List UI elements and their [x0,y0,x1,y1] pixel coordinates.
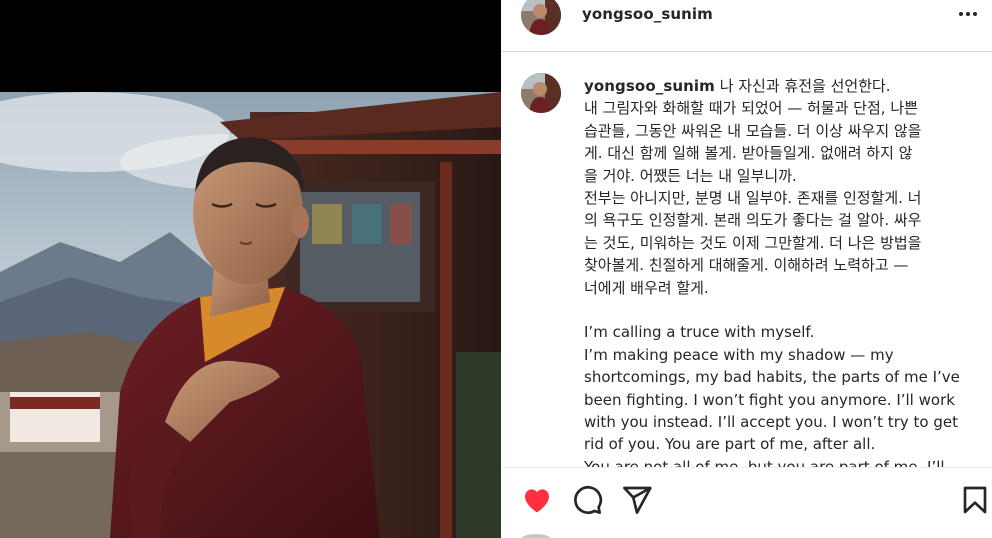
caption: yongsoo_sunim 나 자신과 휴전을 선언한다. 내 그림자와 화해할… [584,75,980,467]
caption-line: I’m calling a truce with myself. [584,323,815,342]
caption-line: I’m making peace with my shadow — my [584,345,894,364]
caption-username[interactable]: yongsoo_sunim [584,77,715,95]
more-options-icon[interactable] [954,2,982,26]
caption-line: 너에게 배우려 할게. [584,278,709,297]
caption-line: with you instead. I’ll accept you. I won… [584,413,958,432]
caption-line: 찾아볼게. 친절하게 대해줄게. 이해하려 노력하고 — [584,256,909,275]
caption-area: yongsoo_sunim 나 자신과 휴전을 선언한다. 내 그림자와 화해할… [501,53,992,467]
caption-text: 나 자신과 휴전을 선언한다. [719,77,891,95]
caption-line: yongsoo_sunim 나 자신과 휴전을 선언한다. [584,75,980,97]
heart-icon[interactable] [521,484,553,516]
caption-avatar[interactable] [521,73,561,113]
caption-line: 을 거야. 어쨌든 너는 내 일부니까. [584,166,797,185]
caption-line: been fighting. I won’t fight you anymore… [584,390,955,409]
post-header: yongsoo_sunim [501,0,992,52]
comment-icon[interactable] [571,484,603,516]
post-image [0,92,501,538]
caption-line: You are not all of me, but you are part … [584,457,945,467]
caption-line: 습관들, 그동안 싸워온 내 모습들. 더 이상 싸우지 않을 [584,121,922,140]
caption-line: rid of you. You are part of me, after al… [584,435,876,454]
bookmark-icon[interactable] [959,484,991,516]
caption-line: 는 것도, 미워하는 것도 이제 그만할게. 더 나은 방법을 [584,233,922,252]
caption-line: 내 그림자와 화해할 때가 되었어 — 허물과 단점, 나쁜 [584,99,918,118]
post-media [0,0,501,538]
author-username[interactable]: yongsoo_sunim [582,5,713,23]
caption-line: 의 욕구도 인정할게. 본래 의도가 좋다는 걸 알아. 싸우 [584,211,922,230]
caption-line: 게. 대신 함께 일해 볼게. 받아들일게. 없애려 하지 않 [584,144,913,163]
caption-line: shortcomings, my bad habits, the parts o… [584,368,960,387]
post-panel: yongsoo_sunim yongsoo_sunim 나 자신과 휴전을 선언… [501,0,992,538]
caption-line: 전부는 아니지만, 분명 내 일부야. 존재를 인정할게. 너 [584,189,922,208]
liked-by-avatar [521,534,551,538]
avatar[interactable] [521,0,561,35]
share-icon[interactable] [621,484,653,516]
action-bar [501,467,992,538]
